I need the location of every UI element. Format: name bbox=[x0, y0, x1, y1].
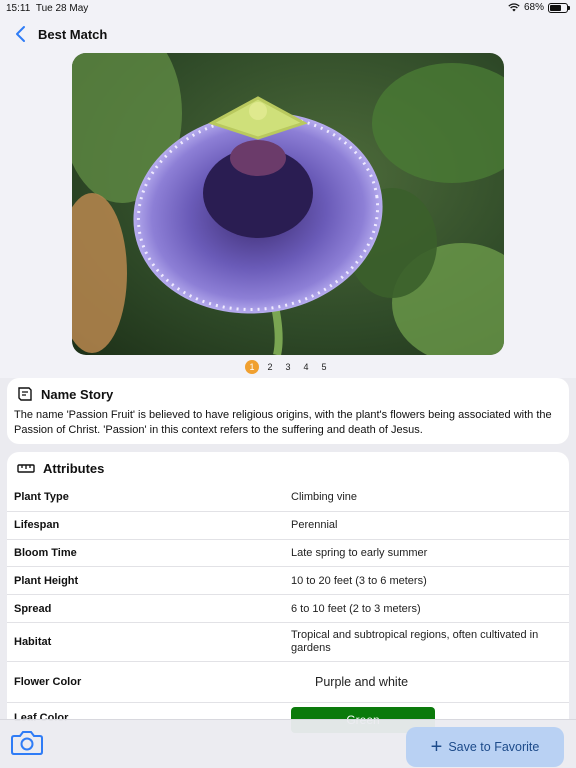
passion-flower-image bbox=[72, 53, 504, 355]
status-bar: 15:11 Tue 28 May 68% bbox=[0, 0, 576, 18]
pager-dot[interactable]: 4 bbox=[299, 360, 313, 374]
name-story-text: The name 'Passion Fruit' is believed to … bbox=[14, 409, 552, 436]
chevron-left-icon[interactable] bbox=[14, 24, 28, 44]
status-time: 15:11 Tue 28 May bbox=[6, 3, 89, 14]
table-row: Plant Height 10 to 20 feet (3 to 6 meter… bbox=[7, 566, 569, 596]
plus-icon: + bbox=[430, 736, 443, 758]
table-row: Lifespan Perennial bbox=[7, 511, 569, 540]
attr-label: Lifespan bbox=[7, 511, 291, 540]
table-row: Flower Color Purple and white bbox=[7, 661, 569, 703]
battery-fill bbox=[550, 4, 561, 11]
attr-label: Spread bbox=[7, 594, 291, 623]
attr-label: Plant Type bbox=[7, 484, 291, 512]
page-title: Best Match bbox=[38, 27, 108, 42]
plant-photo[interactable] bbox=[72, 53, 504, 355]
battery-percent: 68% bbox=[523, 2, 544, 13]
save-to-favorite-button[interactable]: + Save to Favorite bbox=[406, 727, 564, 767]
bottom-bar: + Save to Favorite bbox=[0, 719, 576, 768]
pager-dot[interactable]: 3 bbox=[281, 360, 295, 374]
attr-value: Purple and white bbox=[291, 661, 569, 703]
table-row: Habitat Tropical and subtropical regions… bbox=[7, 622, 569, 662]
camera-icon[interactable] bbox=[10, 728, 44, 756]
attributes-header: Attributes bbox=[7, 452, 569, 484]
attr-label: Plant Height bbox=[7, 566, 291, 596]
attr-label: Flower Color bbox=[7, 661, 291, 703]
attr-value: 6 to 10 feet (2 to 3 meters) bbox=[291, 594, 569, 623]
table-row: Spread 6 to 10 feet (2 to 3 meters) bbox=[7, 594, 569, 623]
photo-pager: 12345 bbox=[0, 360, 576, 374]
attr-value: 10 to 20 feet (3 to 6 meters) bbox=[291, 566, 569, 596]
attr-value: Perennial bbox=[291, 511, 569, 540]
name-story-heading: Name Story bbox=[41, 386, 114, 402]
save-to-favorite-label: Save to Favorite bbox=[448, 740, 540, 754]
pager-dot[interactable]: 2 bbox=[263, 360, 277, 374]
attr-value: Late spring to early summer bbox=[291, 539, 569, 568]
attr-label: Bloom Time bbox=[7, 539, 291, 568]
attributes-heading: Attributes bbox=[43, 460, 105, 476]
pager-dot[interactable]: 5 bbox=[317, 360, 331, 374]
attr-value: Tropical and subtropical regions, often … bbox=[291, 622, 569, 662]
book-icon bbox=[18, 387, 32, 401]
attr-label: Habitat bbox=[7, 622, 291, 662]
name-story-header: Name Story bbox=[7, 378, 569, 410]
table-row: Plant Type Climbing vine bbox=[7, 484, 569, 512]
status-right: 68% bbox=[508, 2, 570, 13]
details-sheet: Name Story The name 'Passion Fruit' is b… bbox=[0, 378, 576, 768]
attributes-table: Plant Type Climbing vine Lifespan Perenn… bbox=[7, 484, 569, 733]
nav-bar: Best Match bbox=[0, 22, 576, 48]
battery-icon bbox=[548, 2, 570, 13]
attr-value: Climbing vine bbox=[291, 484, 569, 512]
wifi-icon bbox=[508, 3, 520, 12]
pager-dot[interactable]: 1 bbox=[245, 360, 259, 374]
table-row: Bloom Time Late spring to early summer bbox=[7, 539, 569, 568]
name-story-card: Name Story The name 'Passion Fruit' is b… bbox=[7, 378, 569, 444]
ruler-icon bbox=[17, 464, 35, 473]
